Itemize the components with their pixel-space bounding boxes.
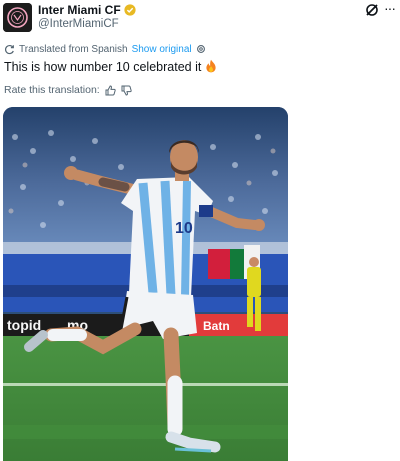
more-options-icon[interactable]: ··· bbox=[384, 1, 396, 15]
fire-icon bbox=[206, 59, 216, 73]
account-name[interactable]: Inter Miami CF bbox=[38, 3, 136, 17]
rate-translation: Rate this translation: bbox=[4, 84, 132, 96]
gear-icon[interactable] bbox=[196, 44, 206, 54]
board-text-left: topid bbox=[7, 317, 41, 333]
verified-badge-icon bbox=[124, 4, 136, 16]
translation-note: Translated from Spanish Show original bbox=[4, 42, 206, 56]
tweet-body: This is how number 10 celebrated it bbox=[4, 60, 202, 74]
tweet-text: This is how number 10 celebrated it bbox=[4, 59, 218, 74]
tweet-header: Inter Miami CF @InterMiamiCF ··· bbox=[0, 0, 400, 40]
thumbs-up-icon[interactable] bbox=[105, 84, 116, 96]
tweet-media-photo[interactable]: topid mo Batn 10 bbox=[3, 107, 288, 461]
account-name-text: Inter Miami CF bbox=[38, 3, 121, 17]
rate-translation-label: Rate this translation: bbox=[4, 84, 100, 96]
inter-miami-crest-icon bbox=[3, 3, 32, 32]
grok-icon[interactable] bbox=[365, 3, 379, 17]
translate-refresh-icon bbox=[4, 44, 14, 54]
account-handle[interactable]: @InterMiamiCF bbox=[38, 18, 119, 30]
translated-from-text: Translated from Spanish bbox=[19, 43, 128, 55]
celebration-photo: topid mo Batn 10 bbox=[3, 107, 288, 461]
thumbs-down-icon[interactable] bbox=[121, 85, 132, 96]
jersey-number: 10 bbox=[175, 220, 193, 237]
avatar[interactable] bbox=[3, 3, 32, 32]
board-text-right: Batn bbox=[203, 319, 230, 333]
show-original-link[interactable]: Show original bbox=[132, 44, 192, 55]
